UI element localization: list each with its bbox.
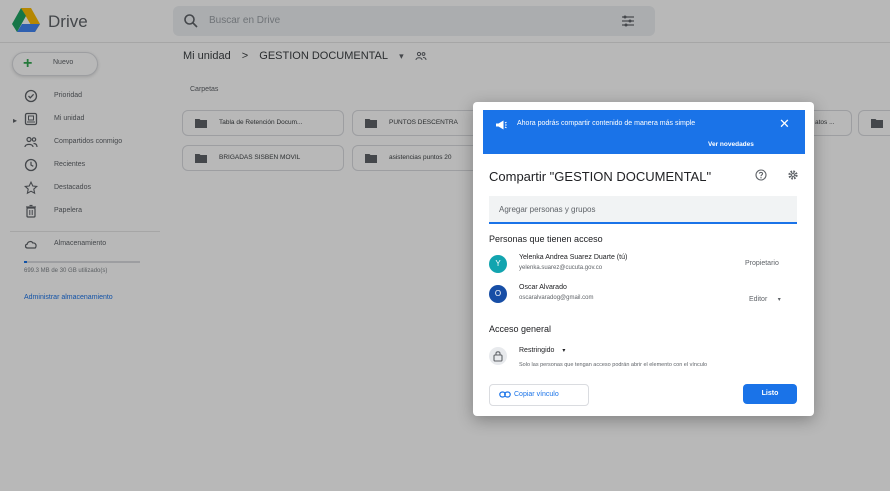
person-role: Editor	[749, 296, 768, 303]
chevron-down-icon: ▾	[562, 348, 566, 354]
people-access-heading: Personas que tienen acceso	[489, 234, 603, 244]
gear-icon[interactable]	[787, 169, 799, 181]
share-dialog: Ahora podrás compartir contenido de mane…	[473, 102, 814, 416]
chevron-down-icon: ▾	[777, 297, 781, 303]
done-button[interactable]: Listo	[743, 384, 797, 404]
help-icon[interactable]	[755, 169, 767, 181]
add-people-placeholder: Agregar personas y grupos	[499, 205, 596, 214]
person-row-editor: O Oscar Alvarado oscaralvaradog@gmail.co…	[489, 283, 799, 309]
access-mode: Restringido	[519, 347, 555, 354]
general-access-heading: Acceso general	[489, 324, 552, 334]
add-people-input[interactable]: Agregar personas y grupos	[489, 196, 797, 224]
see-news-link[interactable]: Ver novedades	[708, 141, 754, 148]
person-name: Oscar Alvarado	[519, 284, 567, 291]
person-row-owner: Y Yelenka Andrea Suarez Duarte (tú) yele…	[489, 253, 799, 279]
news-banner: Ahora podrás compartir contenido de mane…	[483, 110, 805, 154]
person-name: Yelenka Andrea Suarez Duarte (tú)	[519, 254, 628, 261]
lock-icon-container	[489, 347, 507, 365]
access-description: Solo las personas que tengan acceso podr…	[519, 362, 708, 368]
dialog-title: Compartir "GESTION DOCUMENTAL"	[489, 169, 712, 184]
lock-icon	[493, 351, 503, 362]
role-dropdown[interactable]: Editor ▾	[749, 288, 781, 306]
avatar: O	[489, 285, 507, 303]
copy-link-label: Copiar vínculo	[514, 391, 559, 398]
banner-text: Ahora podrás compartir contenido de mane…	[517, 120, 696, 127]
copy-link-button[interactable]: Copiar vínculo	[489, 384, 589, 406]
person-email: oscaralvaradog@gmail.com	[519, 295, 594, 301]
link-icon	[499, 391, 511, 398]
avatar: Y	[489, 255, 507, 273]
person-role: Propietario	[745, 260, 779, 267]
close-icon[interactable]: ✕	[779, 116, 790, 132]
megaphone-icon	[496, 120, 507, 130]
done-label: Listo	[761, 390, 779, 397]
person-email: yelenka.suarez@cucuta.gov.co	[519, 265, 603, 271]
access-mode-dropdown[interactable]: Restringido ▾	[519, 347, 565, 354]
